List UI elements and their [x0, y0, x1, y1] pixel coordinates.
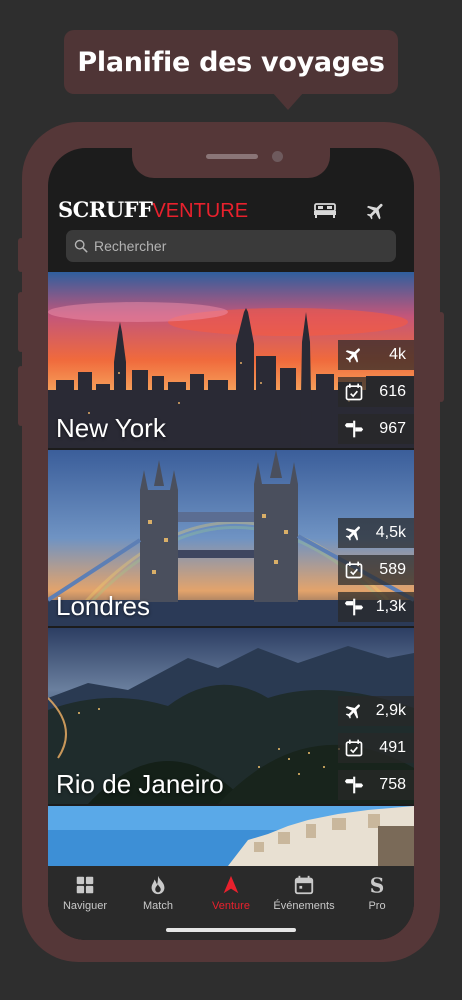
- tab-label: Pro: [368, 900, 386, 912]
- logo-scruff: SCRUFF: [58, 197, 153, 222]
- flights-stat: 4,5k: [338, 518, 414, 548]
- promo-title: Planifie des voyages: [77, 46, 385, 78]
- svg-text:S: S: [370, 874, 385, 896]
- flights-stat: 2,9k: [338, 696, 414, 726]
- tab-label: Naviguer: [62, 900, 108, 912]
- tab-naviguer[interactable]: Naviguer: [48, 874, 122, 912]
- plane-icon[interactable]: [364, 200, 390, 220]
- grid-icon: [76, 876, 94, 894]
- app-header: SCRUFFVENTURE: [48, 192, 414, 234]
- phone-frame: SCRUFFVENTURE Rechercher 4k 616 967 New …: [18, 122, 444, 962]
- promo-banner: Planifie des voyages: [64, 30, 398, 110]
- destination-name: Rio de Janeiro: [56, 769, 224, 799]
- dates-count: 491: [379, 739, 406, 756]
- plane-icon: [345, 348, 360, 363]
- dates-count: 616: [379, 383, 406, 400]
- home-indicator[interactable]: [166, 928, 296, 932]
- places-count: 967: [379, 420, 406, 437]
- dates-stat: 616: [338, 377, 414, 407]
- flame-icon: [151, 875, 165, 895]
- places-stat: 758: [338, 770, 414, 800]
- tab-label: Événements: [273, 900, 335, 912]
- search-input[interactable]: Rechercher: [66, 230, 396, 262]
- signpost-icon: [344, 776, 364, 794]
- destination-name: Londres: [56, 591, 150, 621]
- calendar-check-icon: [345, 561, 363, 579]
- app-logo: SCRUFFVENTURE: [58, 198, 248, 223]
- destination-card-rio[interactable]: 2,9k 491 758 Rio de Janeiro: [48, 628, 414, 804]
- notch: [132, 148, 330, 178]
- places-stat: 1,3k: [338, 592, 414, 622]
- tab-match[interactable]: Match: [121, 874, 195, 912]
- signpost-icon: [344, 420, 364, 438]
- plane-icon: [345, 526, 360, 541]
- flights-count: 4k: [389, 346, 406, 363]
- compass-arrow-icon: [223, 875, 239, 894]
- calendar-icon: [294, 875, 314, 895]
- destination-card-new-york[interactable]: 4k 616 967 New York: [48, 272, 414, 448]
- tab-label: Venture: [212, 900, 250, 912]
- places-count: 1,3k: [375, 598, 406, 615]
- tab-pro[interactable]: S Pro: [340, 874, 414, 912]
- plane-icon: [345, 704, 360, 719]
- scruff-s-icon: S: [370, 874, 385, 896]
- dates-stat: 491: [338, 733, 414, 763]
- places-stat: 967: [338, 414, 414, 444]
- signpost-icon: [344, 598, 364, 616]
- calendar-check-icon: [345, 383, 363, 401]
- destination-card-londres[interactable]: 4,5k 589 1,3k Londres: [48, 450, 414, 626]
- flights-count: 2,9k: [375, 702, 406, 719]
- bed-icon[interactable]: [312, 200, 338, 220]
- flights-stat: 4k: [338, 340, 414, 370]
- destination-card-partial[interactable]: [48, 806, 414, 866]
- flights-count: 4,5k: [375, 524, 406, 541]
- tab-venture[interactable]: Venture: [194, 874, 268, 912]
- calendar-check-icon: [345, 739, 363, 757]
- tab-label: Match: [143, 900, 173, 912]
- search-placeholder: Rechercher: [94, 238, 167, 254]
- logo-venture: VENTURE: [152, 200, 249, 222]
- app-screen: SCRUFFVENTURE Rechercher 4k 616 967 New …: [48, 148, 414, 940]
- search-icon: [74, 239, 88, 253]
- tab-evenements[interactable]: Événements: [267, 874, 341, 912]
- coastal-town-image: [48, 806, 414, 866]
- dates-count: 589: [379, 561, 406, 578]
- places-count: 758: [379, 776, 406, 793]
- destination-name: New York: [56, 413, 166, 443]
- dates-stat: 589: [338, 555, 414, 585]
